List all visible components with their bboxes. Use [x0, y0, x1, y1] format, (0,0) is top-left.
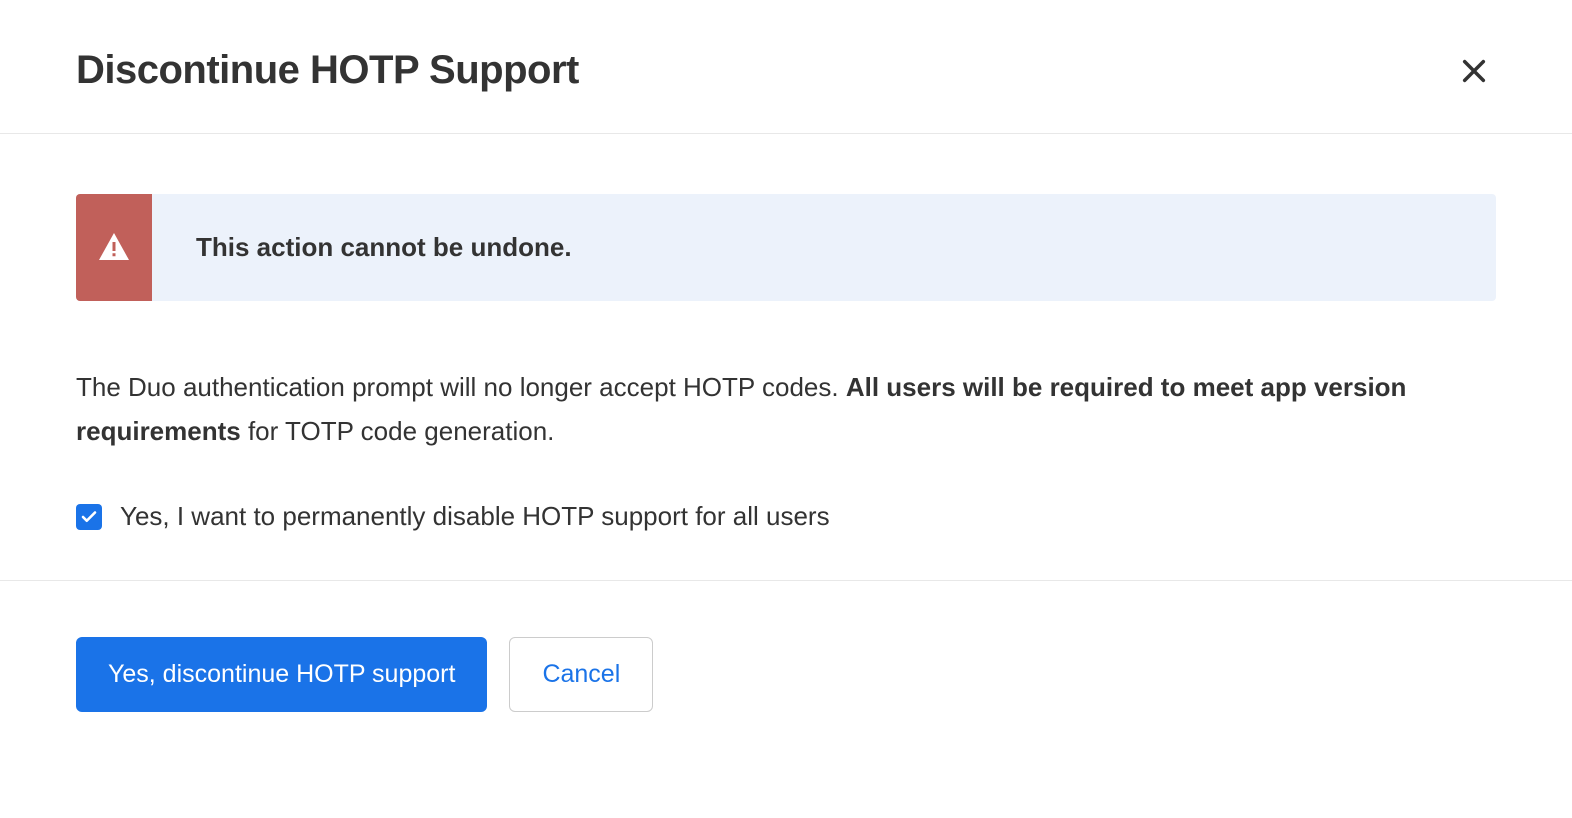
confirm-button[interactable]: Yes, discontinue HOTP support: [76, 637, 487, 712]
warning-alert: This action cannot be undone.: [76, 194, 1496, 301]
alert-message: This action cannot be undone.: [152, 194, 616, 301]
close-icon: [1460, 57, 1488, 85]
modal-body: This action cannot be undone. The Duo au…: [0, 134, 1572, 580]
checkmark-icon: [80, 508, 98, 526]
close-button[interactable]: [1452, 49, 1496, 93]
description-part2: for TOTP code generation.: [241, 416, 555, 446]
modal-title: Discontinue HOTP Support: [76, 48, 579, 93]
confirm-checkbox-row: Yes, I want to permanently disable HOTP …: [76, 501, 1496, 532]
modal-footer: Yes, discontinue HOTP support Cancel: [0, 580, 1572, 768]
alert-icon-wrap: [76, 194, 152, 301]
warning-triangle-icon: [96, 230, 132, 266]
cancel-button[interactable]: Cancel: [509, 637, 653, 712]
confirm-checkbox-label[interactable]: Yes, I want to permanently disable HOTP …: [120, 501, 830, 532]
description-part1: The Duo authentication prompt will no lo…: [76, 372, 846, 402]
confirm-checkbox[interactable]: [76, 504, 102, 530]
discontinue-hotp-modal: Discontinue HOTP Support This action can…: [0, 0, 1572, 768]
description-text: The Duo authentication prompt will no lo…: [76, 365, 1496, 453]
modal-header: Discontinue HOTP Support: [0, 0, 1572, 134]
